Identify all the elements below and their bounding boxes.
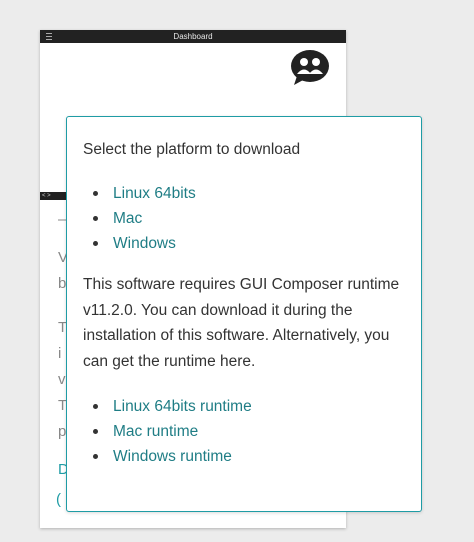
hidden-content-fragment: ( (56, 491, 61, 508)
bullet-icon (93, 191, 98, 196)
platform-item: Linux 64bits (93, 181, 405, 206)
bullet-icon (93, 454, 98, 459)
runtime-list: Linux 64bits runtime Mac runtime Windows… (83, 394, 405, 469)
chat-icon (291, 50, 329, 85)
platform-list: Linux 64bits Mac Windows (83, 181, 405, 256)
bullet-icon (93, 241, 98, 246)
bullet-icon (93, 404, 98, 409)
download-windows-link[interactable]: Windows (113, 235, 176, 252)
app-titlebar: Dashboard (40, 30, 346, 43)
platform-item: Mac (93, 206, 405, 231)
app-subbar: < > (40, 192, 68, 200)
runtime-note: This software requires GUI Composer runt… (83, 276, 400, 370)
runtime-item: Linux 64bits runtime (93, 394, 405, 419)
hidden-content-fragment: v (58, 371, 66, 388)
download-windows-runtime-link[interactable]: Windows runtime (113, 448, 232, 465)
platform-item: Windows (93, 231, 405, 256)
app-title: Dashboard (173, 32, 213, 41)
popup-heading: Select the platform to download (83, 141, 301, 158)
app-subbar-label: < > (42, 193, 51, 199)
download-mac-runtime-link[interactable]: Mac runtime (113, 423, 198, 440)
download-popup: Select the platform to download Linux 64… (66, 116, 422, 512)
runtime-item: Mac runtime (93, 419, 405, 444)
download-mac-link[interactable]: Mac (113, 210, 142, 227)
download-linux-runtime-link[interactable]: Linux 64bits runtime (113, 398, 252, 415)
bullet-icon (93, 216, 98, 221)
hidden-content-fragment: i (58, 345, 62, 362)
bullet-icon (93, 429, 98, 434)
runtime-item: Windows runtime (93, 444, 405, 469)
download-linux-link[interactable]: Linux 64bits (113, 185, 196, 202)
